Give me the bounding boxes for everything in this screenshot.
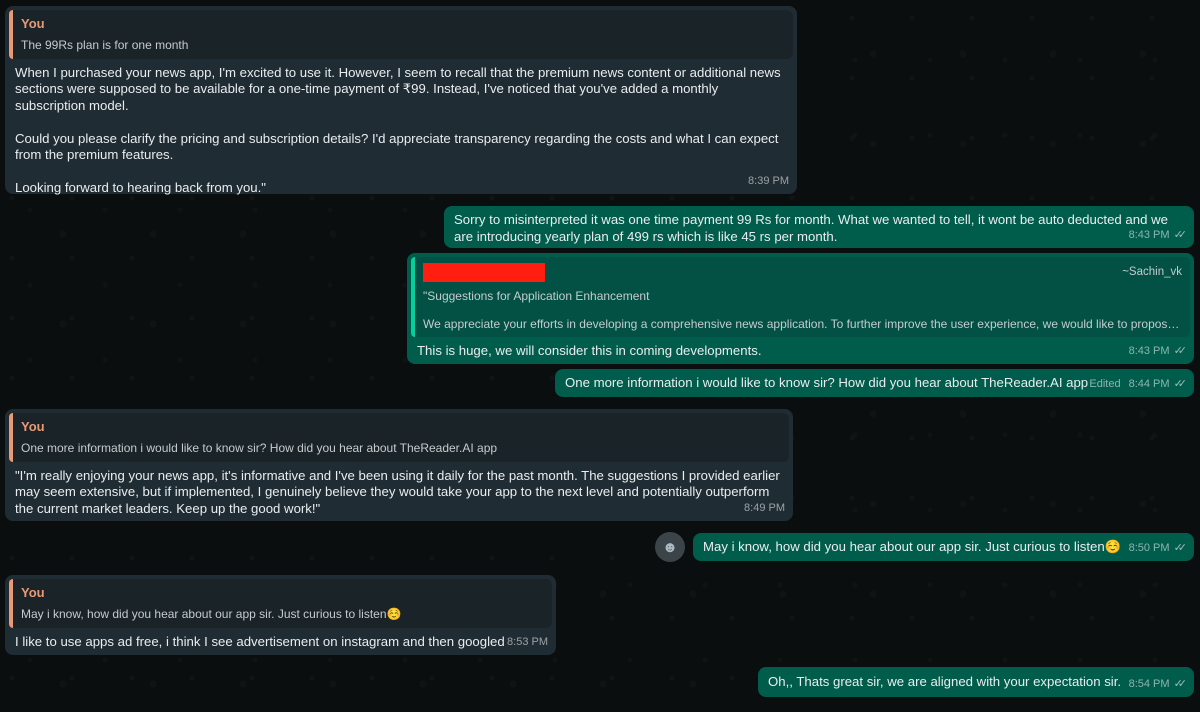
- quote-author: You: [21, 16, 45, 31]
- message-time: 8:53 PM: [507, 635, 548, 648]
- message-text: May i know, how did you hear about our a…: [703, 539, 1122, 554]
- message-time: 8:44 PM: [1128, 377, 1170, 390]
- message-outgoing[interactable]: May i know, how did you hear about our a…: [693, 533, 1194, 561]
- edited-label: Edited: [1089, 377, 1121, 390]
- message-time: 8:54 PM: [1128, 677, 1170, 690]
- quote-text: One more information i would like to kno…: [21, 440, 498, 455]
- message-time: 8:39 PM: [748, 174, 789, 187]
- double-check-icon: ✓✓: [1173, 377, 1188, 390]
- quoted-message[interactable]: ~Sachin_vk "Suggestions for Application …: [411, 257, 1190, 337]
- quoted-message[interactable]: You One more information i would like to…: [9, 413, 789, 462]
- quote-author: You: [21, 419, 45, 434]
- message-outgoing[interactable]: Sorry to misinterpreted it was one time …: [444, 206, 1194, 248]
- emoji-react-icon[interactable]: ☻: [655, 532, 685, 562]
- quote-author: ~Sachin_vk: [1122, 266, 1182, 279]
- message-time: 8:43 PM: [1128, 344, 1170, 357]
- message-time: 8:49 PM: [744, 501, 785, 514]
- quote-title: "Suggestions for Application Enhancement: [423, 289, 650, 303]
- message-outgoing[interactable]: One more information i would like to kno…: [555, 369, 1194, 397]
- double-check-icon: ✓✓: [1173, 541, 1188, 554]
- quoted-message[interactable]: You The 99Rs plan is for one month: [9, 10, 793, 59]
- message-outgoing[interactable]: Oh,, Thats great sir, we are aligned wit…: [758, 667, 1194, 697]
- message-text: When I purchased your news app, I'm exci…: [15, 64, 781, 196]
- message-text: This is huge, we will consider this in c…: [417, 343, 762, 358]
- message-outgoing[interactable]: ~Sachin_vk "Suggestions for Application …: [407, 253, 1194, 364]
- message-incoming[interactable]: You The 99Rs plan is for one month When …: [5, 6, 797, 195]
- quote-text: May i know, how did you hear about our a…: [21, 606, 402, 621]
- double-check-icon: ✓✓: [1173, 344, 1188, 357]
- quote-text: The 99Rs plan is for one month: [21, 37, 189, 52]
- message-text: I like to use apps ad free, i think I se…: [15, 633, 505, 649]
- message-incoming[interactable]: You May i know, how did you hear about o…: [5, 575, 556, 655]
- message-time: 8:43 PM: [1128, 228, 1170, 241]
- quote-author: You: [21, 585, 45, 600]
- redacted-name: [423, 263, 545, 282]
- double-check-icon: ✓✓: [1173, 228, 1188, 241]
- message-text: "I'm really enjoying your news app, it's…: [15, 467, 784, 516]
- quote-text: We appreciate your efforts in developing…: [423, 317, 1180, 331]
- double-check-icon: ✓✓: [1173, 677, 1188, 690]
- message-incoming[interactable]: You One more information i would like to…: [5, 409, 793, 521]
- message-text: Sorry to misinterpreted it was one time …: [454, 212, 1172, 244]
- quoted-message[interactable]: You May i know, how did you hear about o…: [9, 579, 552, 628]
- message-time: 8:50 PM: [1128, 541, 1170, 554]
